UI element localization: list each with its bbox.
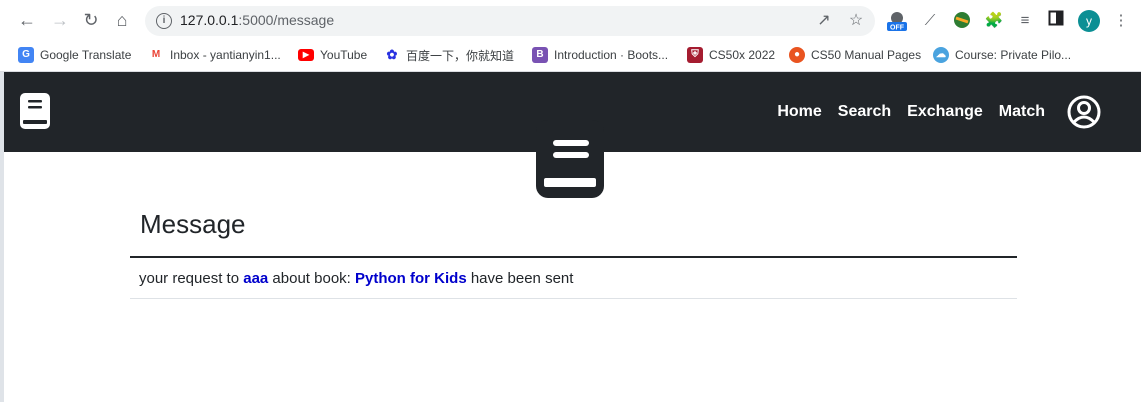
- bookmarks-bar: G Google Translate M Inbox - yantianyin1…: [0, 40, 1141, 72]
- bookmark-label: Google Translate: [40, 48, 132, 62]
- nav-search[interactable]: Search: [838, 103, 891, 121]
- address-bar[interactable]: i 127.0.0.1:5000/message ↗ ☆: [145, 6, 875, 36]
- reload-icon[interactable]: ↻: [81, 10, 101, 30]
- url-text[interactable]: 127.0.0.1:5000/message: [180, 12, 334, 28]
- profile-avatar[interactable]: y: [1078, 10, 1100, 32]
- site-info-icon[interactable]: i: [156, 13, 172, 29]
- user-circle-icon[interactable]: [1067, 95, 1101, 129]
- book-hero-icon: [536, 120, 604, 198]
- baidu-icon: ✿: [384, 47, 400, 63]
- youtube-icon: ▶: [298, 49, 314, 61]
- menu-kebab-icon[interactable]: ⋮: [1110, 10, 1132, 32]
- gmail-icon: M: [148, 47, 164, 63]
- forward-icon[interactable]: →: [50, 10, 70, 30]
- extension-slash-icon[interactable]: ⟋: [919, 10, 941, 32]
- bookmark-gmail[interactable]: M Inbox - yantianyin1...: [148, 46, 281, 64]
- url-path: :5000/message: [238, 12, 335, 28]
- nav-exchange[interactable]: Exchange: [907, 103, 983, 121]
- browser-toolbar: ← → ↻ ⌂ i 127.0.0.1:5000/message ↗ ☆ OFF…: [0, 0, 1141, 40]
- message-book: Python for Kids: [355, 270, 467, 287]
- nav-home[interactable]: Home: [777, 103, 821, 121]
- cloud-icon: ☁: [933, 47, 949, 63]
- bookmark-star-icon[interactable]: ☆: [846, 11, 866, 31]
- side-panel-icon[interactable]: [1045, 10, 1067, 32]
- bookmark-youtube[interactable]: ▶ YouTube: [298, 46, 367, 64]
- message-middle: about book:: [268, 270, 355, 287]
- reading-list-icon[interactable]: ≡: [1014, 10, 1036, 32]
- bookmark-label: CS50 Manual Pages: [811, 48, 922, 62]
- home-icon[interactable]: ⌂: [112, 10, 132, 30]
- page-title: Message: [140, 209, 246, 239]
- google-translate-icon: G: [18, 47, 34, 63]
- bookmark-cs50-manual[interactable]: ● CS50 Manual Pages: [789, 46, 921, 64]
- bookmark-course-pilot[interactable]: ☁ Course: Private Pilo...: [933, 46, 1071, 64]
- bookmark-label: 百度一下，你就知道: [406, 48, 515, 63]
- message-text: your request to aaa about book: Python f…: [139, 270, 573, 287]
- bookmark-cs50x[interactable]: ⛨ CS50x 2022: [687, 46, 775, 64]
- extension-globe-icon[interactable]: [951, 10, 973, 32]
- bookmark-label: Inbox - yantianyin1...: [170, 48, 281, 62]
- share-icon[interactable]: ↗: [814, 11, 834, 31]
- extensions-puzzle-icon[interactable]: 🧩: [983, 10, 1005, 32]
- nav-match[interactable]: Match: [999, 103, 1045, 121]
- message-user: aaa: [243, 270, 269, 287]
- bookmark-label: Introduction · Boots...: [554, 48, 669, 62]
- message-suffix: have been sent: [466, 270, 574, 287]
- nav-links: Home Search Exchange Match: [761, 72, 1101, 152]
- message-prefix: your request to: [139, 270, 244, 287]
- harvard-icon: ⛨: [687, 47, 703, 63]
- bookmark-label: CS50x 2022: [709, 48, 776, 62]
- extension-off-icon[interactable]: OFF: [886, 10, 908, 32]
- back-icon[interactable]: ←: [17, 10, 37, 30]
- ubuntu-icon: ●: [789, 47, 805, 63]
- bookmark-google-translate[interactable]: G Google Translate: [18, 46, 131, 64]
- url-host: 127.0.0.1: [180, 12, 239, 28]
- bookmark-baidu[interactable]: ✿ 百度一下，你就知道: [384, 46, 514, 64]
- bookmark-label: Course: Private Pilo...: [955, 48, 1072, 62]
- book-logo-icon[interactable]: [20, 93, 50, 129]
- web-page: Home Search Exchange Match Message your …: [4, 72, 1141, 402]
- bootstrap-icon: B: [532, 47, 548, 63]
- extension-badge-text: OFF: [890, 25, 905, 32]
- bookmark-bootstrap[interactable]: B Introduction · Boots...: [532, 46, 668, 64]
- message-row: your request to aaa about book: Python f…: [130, 258, 1017, 299]
- bookmark-label: YouTube: [320, 48, 368, 62]
